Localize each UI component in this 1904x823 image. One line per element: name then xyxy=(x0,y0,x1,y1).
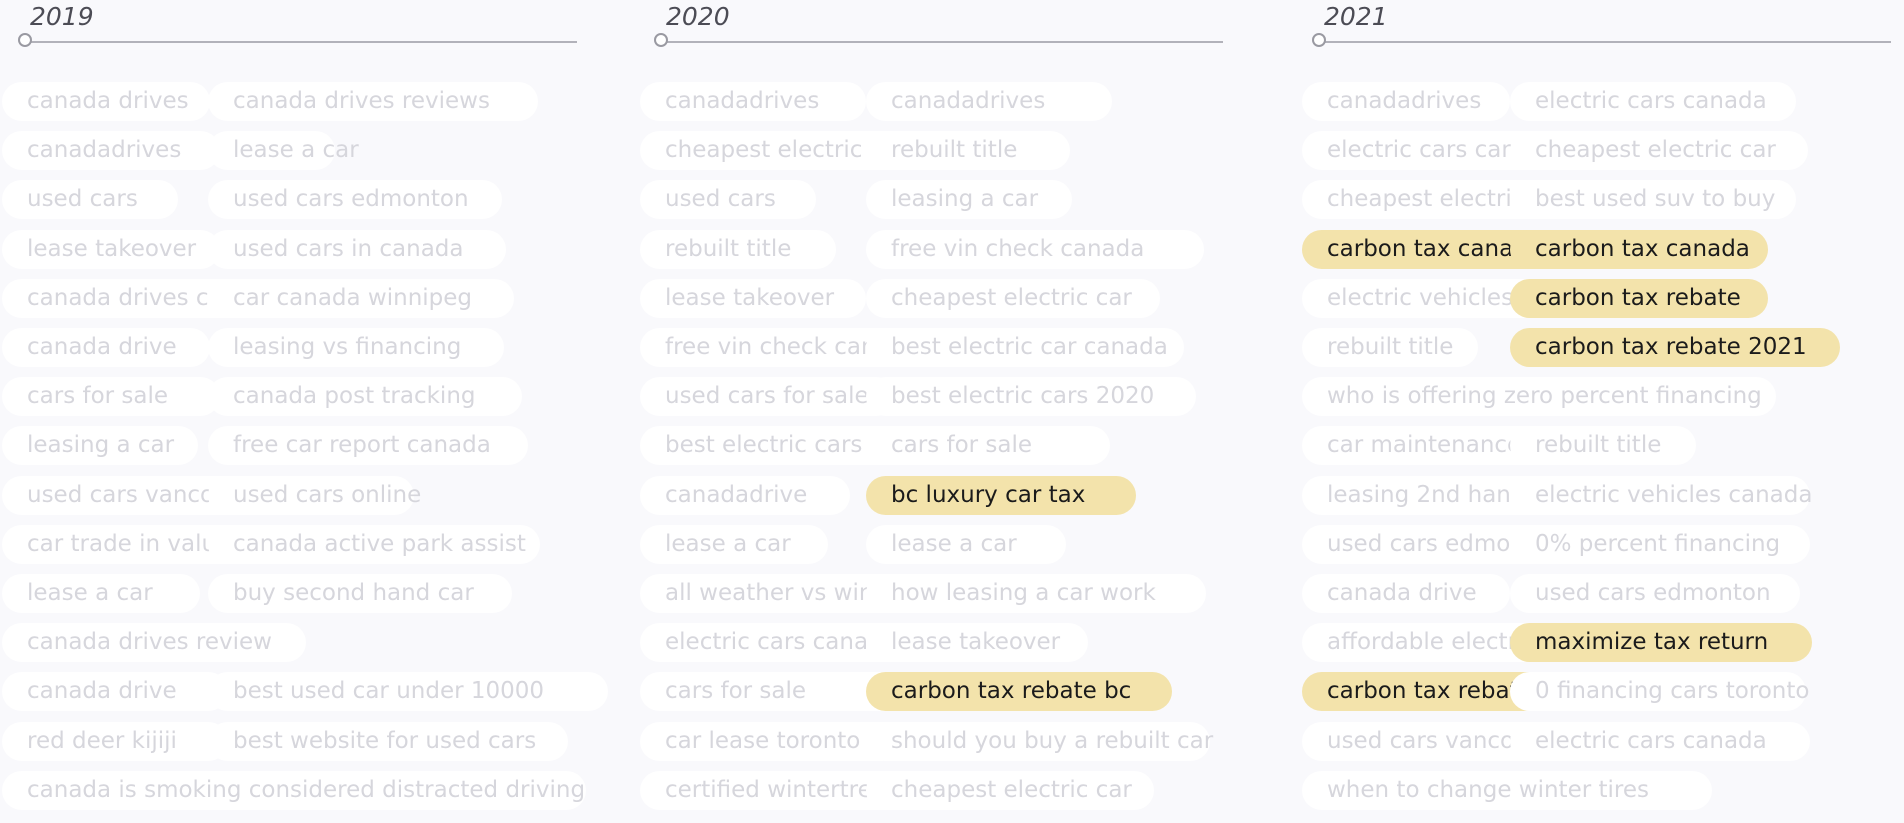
keyword-pill[interactable]: when to change winter tires xyxy=(1302,770,1712,810)
keyword-pill[interactable]: canada drive xyxy=(2,328,210,367)
keyword-pill[interactable]: canada is smoking considered distracted … xyxy=(2,770,586,810)
keyword-pill-highlighted[interactable]: bc luxury car tax xyxy=(866,475,1136,515)
year-column-2021: 2021 canadadrives electric cars canada ele… xyxy=(1294,0,1904,823)
keyword-pill[interactable]: rebuilt title xyxy=(866,131,1070,171)
keyword-pill[interactable]: best used car under 10000 xyxy=(208,672,608,712)
year-label: 2020 xyxy=(666,2,730,31)
keyword-pill[interactable]: electric cars canada xyxy=(1510,82,1796,121)
keyword-pill[interactable]: lease a car xyxy=(866,524,1066,564)
keyword-pill[interactable]: used cars online xyxy=(208,475,421,515)
keyword-pill[interactable]: lease takeover xyxy=(640,278,866,318)
keyword-pill[interactable]: canada drive xyxy=(1302,574,1510,613)
keyword-pill[interactable]: used cars xyxy=(640,180,816,220)
keyword-pill[interactable]: leasing vs financing xyxy=(208,328,504,367)
keyword-pill-highlighted[interactable]: maximize tax return xyxy=(1510,623,1812,663)
keyword-pill[interactable]: electric vehicles canada xyxy=(1510,475,1812,515)
keyword-pill[interactable]: used cars for sale xyxy=(640,377,896,417)
keyword-pill[interactable]: free vin check canada xyxy=(866,229,1204,269)
keyword-pill-highlighted[interactable]: carbon tax canada xyxy=(1510,229,1768,269)
keyword-pill-highlighted[interactable]: carbon tax rebate bc xyxy=(866,672,1172,712)
timeline-handle[interactable] xyxy=(1312,33,1326,47)
year-column-2019: 2019 canada drives canada drives reviews c… xyxy=(0,0,620,823)
keyword-pill[interactable]: 0% percent financing xyxy=(1510,524,1810,564)
keyword-pill[interactable]: best electric cars 2020 xyxy=(866,377,1196,417)
keyword-pill[interactable]: best used suv to buy xyxy=(1510,180,1796,220)
timeline-track xyxy=(1321,41,1891,43)
keyword-pill[interactable]: leasing a car xyxy=(2,426,198,466)
keyword-pill[interactable]: red deer kijiji xyxy=(2,721,228,761)
keyword-pill[interactable]: lease takeover xyxy=(866,623,1088,663)
keyword-pill[interactable]: canada drives review xyxy=(2,623,306,663)
keyword-pill[interactable]: canadadrives xyxy=(1302,82,1510,121)
keyword-pill[interactable]: lease a car xyxy=(640,524,828,564)
keyword-pill[interactable]: canadadrives xyxy=(640,82,866,121)
keyword-pill[interactable]: who is offering zero percent financing xyxy=(1302,377,1776,417)
keyword-pill[interactable]: leasing a car xyxy=(866,180,1072,220)
timeline-track xyxy=(27,41,577,43)
year-column-2020: 2020 canadadrives canadadrives cheapest el… xyxy=(636,0,1256,823)
keyword-pill[interactable]: canada active park assist xyxy=(208,524,540,564)
keyword-pill[interactable]: best website for used cars xyxy=(208,721,568,761)
keyword-pill[interactable]: canada drives xyxy=(2,82,210,121)
timeline-handle[interactable] xyxy=(18,33,32,47)
keyword-pill[interactable]: cheapest electric car xyxy=(1510,131,1808,171)
keyword-pill[interactable]: canadadrive xyxy=(640,475,850,515)
keyword-pill[interactable]: canada drive xyxy=(2,672,228,712)
keyword-pill[interactable]: canada post tracking xyxy=(208,377,522,417)
keyword-pill[interactable]: canada drives reviews xyxy=(208,82,538,121)
keyword-pill-highlighted[interactable]: carbon tax rebate 2021 xyxy=(1510,328,1840,367)
keyword-timeline: 2019 canada drives canada drives reviews c… xyxy=(0,0,1904,823)
keyword-pill[interactable]: lease takeover xyxy=(2,229,220,269)
keyword-pill[interactable]: 0 financing cars toronto xyxy=(1510,672,1809,712)
keyword-pill[interactable]: should you buy a rebuilt car xyxy=(866,721,1213,761)
timeline-handle[interactable] xyxy=(654,33,668,47)
keyword-pill[interactable]: lease a car xyxy=(208,131,359,171)
timeline-track xyxy=(663,41,1223,43)
keyword-pill[interactable]: used cars xyxy=(2,180,178,220)
keyword-pill[interactable]: used cars in canada xyxy=(208,229,506,269)
keyword-pill[interactable]: used cars edmonton xyxy=(208,180,502,220)
keyword-pill[interactable]: rebuilt title xyxy=(640,229,836,269)
keyword-pill[interactable]: best electric car canada xyxy=(866,328,1184,367)
keyword-pill[interactable]: cheapest electric car xyxy=(866,770,1154,810)
keyword-pill[interactable]: cars for sale xyxy=(2,377,220,417)
keyword-pill-highlighted[interactable]: carbon tax rebate xyxy=(1510,278,1768,318)
keyword-pill[interactable]: buy second hand car xyxy=(208,574,512,613)
keyword-pill[interactable]: rebuilt title xyxy=(1302,328,1478,367)
keyword-pill[interactable]: how leasing a car work xyxy=(866,574,1206,613)
keyword-pill[interactable]: used cars edmonton xyxy=(1510,574,1800,613)
year-label: 2019 xyxy=(30,2,94,31)
keyword-pill[interactable]: electric cars canada xyxy=(1510,721,1810,761)
year-label: 2021 xyxy=(1324,2,1388,31)
keyword-pill[interactable]: canadadrives xyxy=(2,131,220,171)
keyword-pill[interactable]: rebuilt title xyxy=(1510,426,1696,466)
keyword-pill[interactable]: canadadrives xyxy=(866,82,1112,121)
keyword-pill[interactable]: cheapest electric car xyxy=(866,278,1160,318)
keyword-pill[interactable]: car lease toronto xyxy=(640,721,902,761)
keyword-pill[interactable]: car canada winnipeg xyxy=(208,278,514,318)
keyword-pill[interactable]: cars for sale xyxy=(866,426,1110,466)
keyword-pill[interactable]: free car report canada xyxy=(208,426,528,466)
keyword-pill[interactable]: cars for sale xyxy=(640,672,904,712)
keyword-pill[interactable]: lease a car xyxy=(2,574,200,613)
